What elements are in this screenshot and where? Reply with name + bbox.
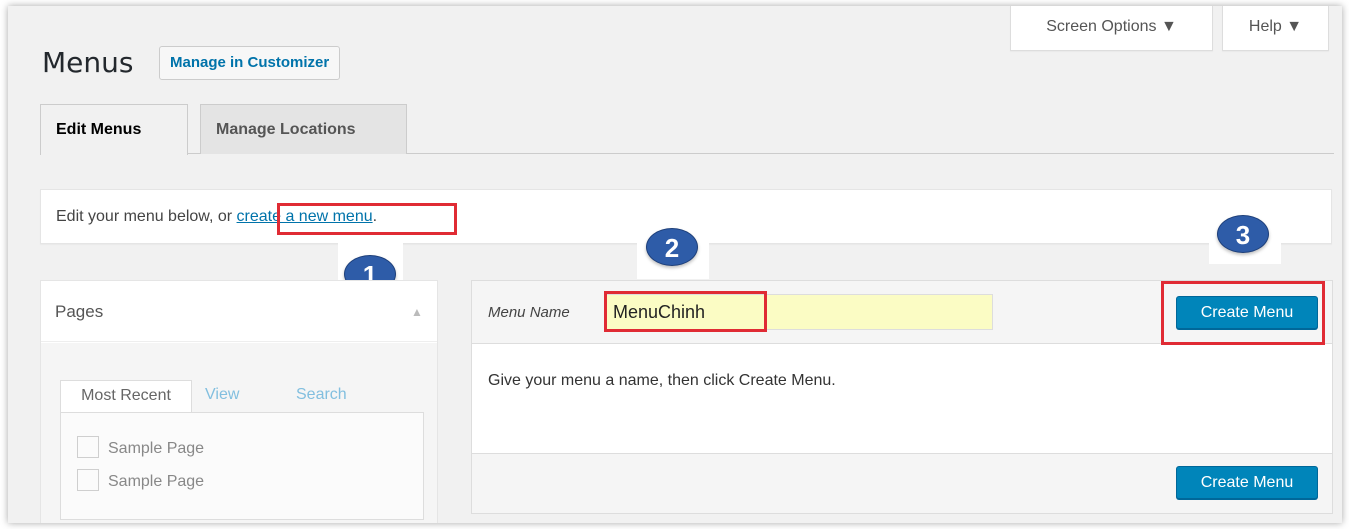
checkbox[interactable] <box>77 436 99 458</box>
menu-name-label: Menu Name <box>488 304 570 321</box>
list-item[interactable]: Sample Page <box>77 436 205 460</box>
step-marker-3: 3 <box>1217 215 1269 253</box>
tab-most-recent[interactable]: Most Recent <box>60 380 192 413</box>
tab-manage-locations[interactable]: Manage Locations <box>200 104 407 154</box>
highlight-box-1 <box>277 203 457 235</box>
tab-search[interactable]: Search <box>296 380 347 410</box>
collapse-arrow-icon[interactable]: ▲ <box>411 305 423 319</box>
page-item-label: Sample Page <box>108 440 205 458</box>
manage-in-customizer-button[interactable]: Manage in Customizer <box>159 46 341 80</box>
pages-list: Sample Page Sample Page <box>60 412 424 520</box>
page-item-label: Sample Page <box>108 473 205 491</box>
checkbox[interactable] <box>77 469 99 491</box>
highlight-box-3 <box>1161 281 1325 345</box>
pages-panel: Pages ▲ Most Recent View All Search Samp… <box>40 280 438 523</box>
menu-instructions: Give your menu a name, then click Create… <box>488 372 836 389</box>
wp-admin-frame: Menus Manage in Customizer Screen Option… <box>8 6 1342 523</box>
page-title: Menus <box>42 46 134 79</box>
list-item[interactable]: Sample Page <box>77 469 205 493</box>
help-button[interactable]: Help ▼ <box>1222 6 1329 51</box>
menu-editor-footer: Create Menu <box>472 453 1332 513</box>
screen-options-button[interactable]: Screen Options ▼ <box>1010 6 1213 51</box>
pages-panel-header[interactable]: Pages ▲ <box>41 281 437 342</box>
highlight-box-2 <box>604 291 767 332</box>
menu-editor-header: Menu Name Create Menu <box>472 281 1332 345</box>
tab-edit-menus[interactable]: Edit Menus <box>40 104 188 155</box>
notice-prefix: Edit your menu below, or <box>56 208 237 225</box>
menu-editor-panel: Menu Name Create Menu Give your menu a n… <box>471 280 1333 514</box>
step-marker-2: 2 <box>646 228 698 266</box>
pages-panel-body: Most Recent View All Search Sample Page … <box>41 343 437 523</box>
pages-panel-title: Pages <box>55 302 104 321</box>
create-menu-button-bottom[interactable]: Create Menu <box>1176 466 1318 499</box>
